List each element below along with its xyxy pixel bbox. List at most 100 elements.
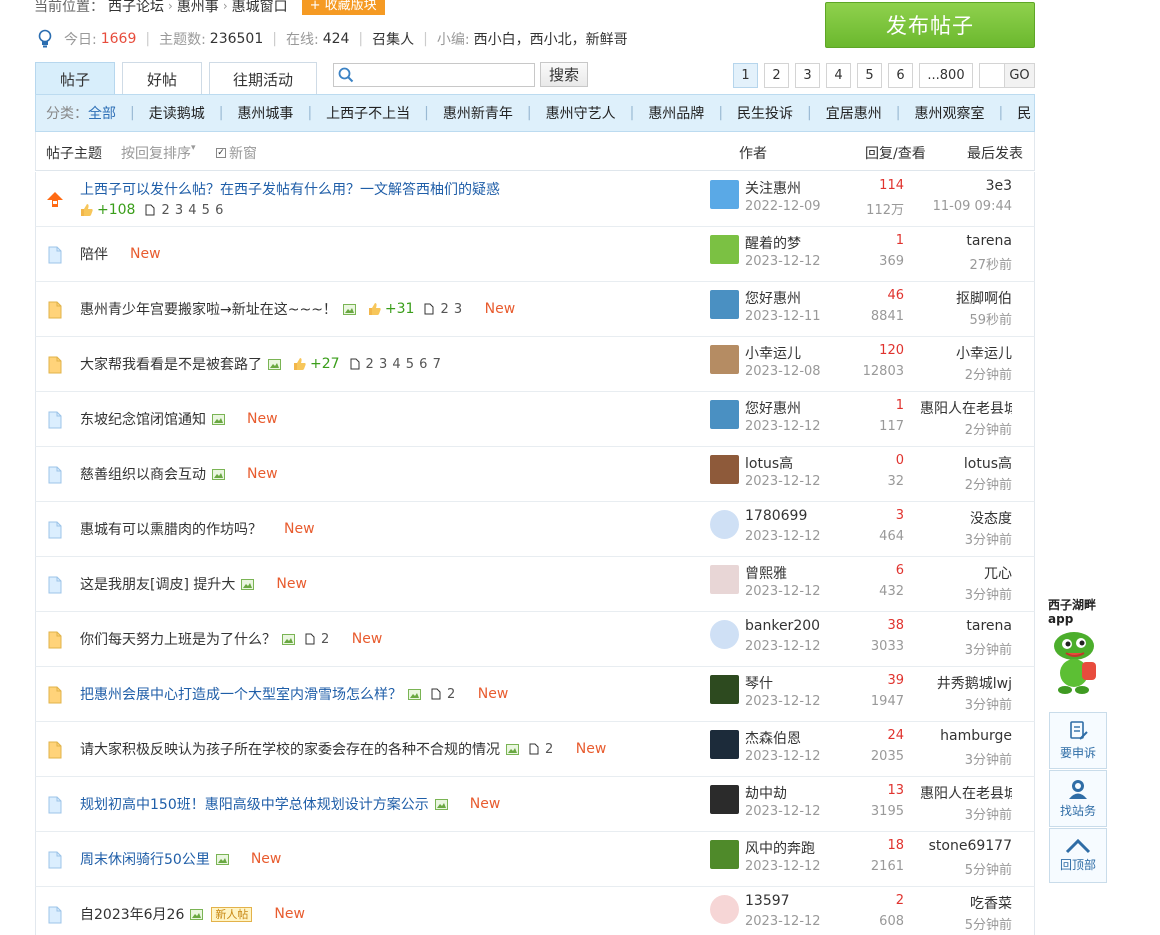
last-poster-link[interactable]: 小幸运儿 — [956, 343, 1012, 363]
page-links[interactable]: 2 3 — [424, 302, 462, 317]
last-poster-link[interactable]: 井秀鹅城lwj — [937, 673, 1012, 693]
page-links[interactable]: 2 3 4 5 6 7 — [350, 357, 442, 372]
author-link[interactable]: 曾熙雅 — [745, 563, 820, 583]
avatar[interactable] — [710, 235, 739, 264]
thread-title-link[interactable]: 这是我朋友[调皮] 提升大 — [80, 574, 235, 594]
last-poster-link[interactable]: 3e3 — [986, 178, 1012, 194]
author-link[interactable]: 您好惠州 — [745, 288, 820, 308]
last-poster-link[interactable]: 兀心 — [984, 563, 1012, 583]
thread-title-link[interactable]: 陪伴 — [80, 244, 108, 264]
thread-row[interactable]: 自2023年6月26 新人帖 New 13597 2023-12-12 2 608 吃香菜 5分… — [35, 887, 1035, 935]
category-item[interactable]: 民生投诉 — [737, 103, 793, 123]
appeal-button[interactable]: 要申诉 — [1049, 712, 1107, 769]
tab-threads[interactable]: 帖子 — [35, 62, 115, 95]
last-post-time[interactable]: 3分钟前 — [965, 529, 1012, 548]
last-post-time[interactable]: 2分钟前 — [965, 364, 1012, 383]
thread-title-link[interactable]: 慈善组织以商会互动 — [80, 464, 206, 484]
page-links[interactable]: 2 — [529, 742, 554, 757]
avatar[interactable] — [710, 180, 739, 209]
page-links[interactable]: 2 — [431, 687, 456, 702]
thread-title-link[interactable]: 惠州青少年宫要搬家啦→新址在这~~~！ — [80, 299, 337, 319]
author-link[interactable]: banker2009 — [745, 618, 820, 634]
category-item-all[interactable]: 全部 — [88, 103, 116, 123]
last-poster-link[interactable]: stone69177 — [929, 838, 1012, 854]
thread-title-link[interactable]: 东坡纪念馆闭馆通知 — [80, 409, 206, 429]
page-list[interactable]: 2 3 — [440, 302, 462, 317]
author-link[interactable]: 风中的奔跑 — [745, 838, 820, 858]
breadcrumb-link[interactable]: 惠州事 — [177, 0, 219, 16]
last-post-time[interactable]: 3分钟前 — [965, 584, 1012, 603]
last-post-time[interactable]: 3分钟前 — [965, 804, 1012, 823]
author-link[interactable]: lotus高 — [745, 453, 820, 473]
last-post-time[interactable]: 59秒前 — [969, 309, 1012, 328]
page-link[interactable]: 6 — [888, 63, 913, 88]
last-poster-link[interactable]: 吃香菜 — [970, 893, 1012, 913]
thread-row[interactable]: 请大家积极反映认为孩子所在学校的家委会存在的各种不合规的情况 2 New 杰森伯恩 20… — [35, 722, 1035, 777]
page-link[interactable]: 2 — [764, 63, 789, 88]
thread-title-link[interactable]: 自2023年6月26 — [80, 904, 184, 924]
thread-title-link[interactable]: 把惠州会展中心打造成一个大型室内滑雪场怎么样？ — [80, 684, 402, 704]
avatar[interactable] — [710, 455, 739, 484]
last-poster-link[interactable]: 抠脚啊伯 — [956, 288, 1012, 308]
thread-row[interactable]: 上西子可以发什么帖？在西子发帖有什么用？一文解答西柚们的疑惑 +108 2 3 4 … — [35, 172, 1035, 227]
category-item[interactable]: 惠州品牌 — [648, 103, 704, 123]
thread-title-link[interactable]: 惠城有可以熏腊肉的作坊吗？ — [80, 519, 262, 539]
avatar[interactable] — [710, 675, 739, 704]
author-link[interactable]: 琴什 — [745, 673, 820, 693]
last-post-time[interactable]: 3分钟前 — [965, 694, 1012, 713]
thread-row[interactable]: 规划初高中150班！惠阳高级中学总体规划设计方案公示 New 劫中劫 2023-12-… — [35, 777, 1035, 832]
thread-row[interactable]: 东坡纪念馆闭馆通知 New 您好惠州 2023-12-12 1 117 惠阳人在老县城 2分钟… — [35, 392, 1035, 447]
category-item[interactable]: 惠州新青年 — [443, 103, 513, 123]
last-post-time[interactable]: 27秒前 — [969, 254, 1012, 273]
find-station-button[interactable]: 找站务 — [1049, 770, 1107, 827]
thread-row[interactable]: 慈善组织以商会互动 New lotus高 2023-12-12 0 32 lotus高 2分钟… — [35, 447, 1035, 502]
search-input[interactable] — [358, 65, 528, 85]
last-poster-link[interactable]: hamburge — [940, 728, 1012, 744]
avatar[interactable] — [710, 620, 739, 649]
author-link[interactable]: 小幸运儿 — [745, 343, 820, 363]
author-link[interactable]: 杰森伯恩 — [745, 728, 820, 748]
breadcrumb-link[interactable]: 惠城窗口 — [232, 0, 288, 16]
post-thread-button[interactable]: 发布帖子 — [825, 2, 1035, 48]
thread-title-link[interactable]: 周末休闲骑行50公里 — [80, 849, 210, 869]
page-list[interactable]: 2 — [321, 632, 330, 647]
author-link[interactable]: 13597 — [745, 893, 820, 909]
thread-title-link[interactable]: 你们每天努力上班是为了什么？ — [80, 629, 276, 649]
last-post-time[interactable]: 3分钟前 — [965, 639, 1012, 658]
category-item[interactable]: 民 — [1017, 103, 1031, 123]
avatar[interactable] — [710, 290, 739, 319]
last-post-time[interactable]: 2分钟前 — [965, 474, 1012, 493]
last-post-time[interactable]: 3分钟前 — [965, 749, 1012, 768]
avatar[interactable] — [710, 510, 739, 539]
last-poster-link[interactable]: 没态度 — [970, 508, 1012, 528]
last-poster-link[interactable]: 惠阳人在老县城 — [920, 783, 1012, 803]
avatar[interactable] — [710, 785, 739, 814]
category-item[interactable]: 惠州城事 — [237, 103, 293, 123]
category-item[interactable]: 惠州观察室 — [914, 103, 984, 123]
sort-by-reply-dropdown[interactable]: 按回复排序▾ — [121, 143, 196, 163]
last-post-time[interactable]: 2分钟前 — [965, 419, 1012, 438]
page-links[interactable]: 2 3 4 5 6 — [145, 203, 223, 218]
thread-row[interactable]: 惠州青少年宫要搬家啦→新址在这~~~！ +31 2 3 New 您好惠州 2023-12-… — [35, 282, 1035, 337]
page-link[interactable]: 4 — [826, 63, 851, 88]
thread-title-link[interactable]: 大家帮我看看是不是被套路了 — [80, 354, 262, 374]
category-item[interactable]: 上西子不上当 — [326, 103, 410, 123]
author-link[interactable]: 劫中劫 — [745, 783, 820, 803]
page-list[interactable]: 2 — [447, 687, 456, 702]
thread-row[interactable]: 大家帮我看看是不是被套路了 +27 2 3 4 5 6 7 小幸运儿 2023-12-0… — [35, 337, 1035, 392]
avatar[interactable] — [710, 840, 739, 869]
app-promo[interactable]: 西子湖畔 app — [1048, 598, 1108, 702]
thread-row[interactable]: 把惠州会展中心打造成一个大型室内滑雪场怎么样？ 2 New 琴什 2023-12-12 3… — [35, 667, 1035, 722]
category-item[interactable]: 惠州守艺人 — [546, 103, 616, 123]
page-list[interactable]: 2 — [545, 742, 554, 757]
last-poster-link[interactable]: tarena — [966, 233, 1012, 249]
thread-row[interactable]: 周末休闲骑行50公里 New 风中的奔跑 2023-12-12 18 2161 stone6… — [35, 832, 1035, 887]
thread-title-link[interactable]: 请大家积极反映认为孩子所在学校的家委会存在的各种不合规的情况 — [80, 739, 500, 759]
last-poster-link[interactable]: lotus高 — [964, 453, 1012, 473]
category-item[interactable]: 宜居惠州 — [826, 103, 882, 123]
thread-title-link[interactable]: 规划初高中150班！惠阳高级中学总体规划设计方案公示 — [80, 794, 429, 814]
thread-row[interactable]: 这是我朋友[调皮] 提升大 New 曾熙雅 2023-12-12 6 432 兀心 3分钟前 — [35, 557, 1035, 612]
last-poster-link[interactable]: 惠阳人在老县城 — [920, 398, 1012, 418]
page-link[interactable]: 3 — [795, 63, 820, 88]
page-link[interactable]: 5 — [857, 63, 882, 88]
